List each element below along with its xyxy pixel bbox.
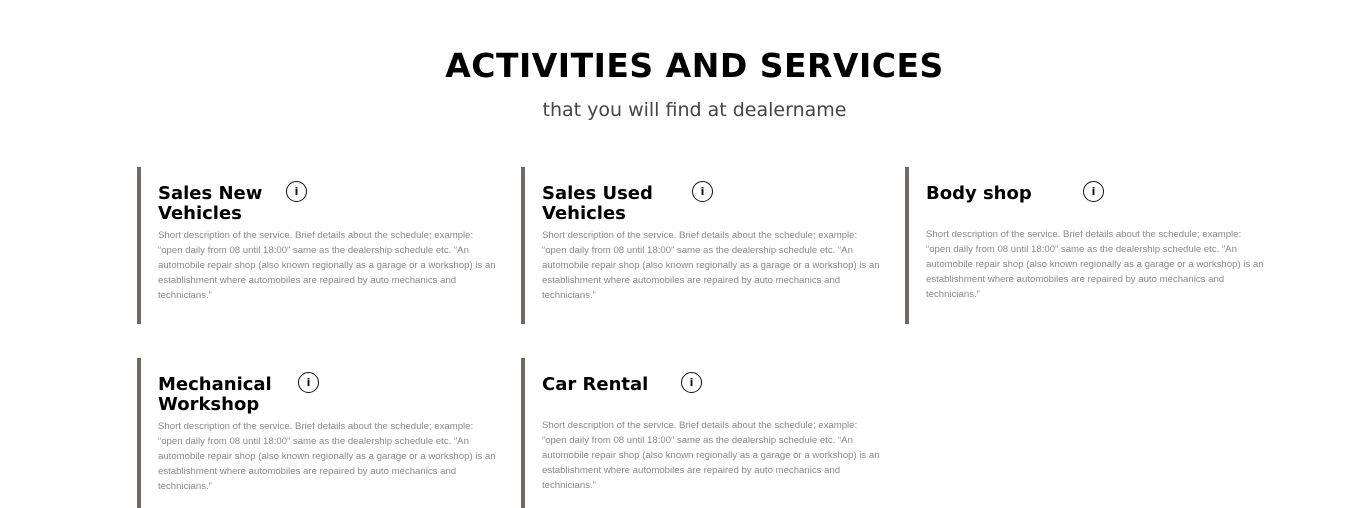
service-title: Body shop	[926, 183, 1032, 204]
service-title: Mechanical Workshop	[158, 374, 272, 415]
service-description: Short description of the service. Brief …	[542, 230, 880, 301]
page-title: ACTIVITIES AND SERVICES	[445, 46, 944, 85]
service-title: Car Rental	[542, 374, 649, 395]
info-icon[interactable]: i	[681, 372, 702, 393]
service-title: Sales New Vehicles	[158, 183, 263, 224]
service-card-mechanical-workshop: Mechanical Workshop i Short description …	[137, 358, 499, 508]
service-description: Short description of the service. Brief …	[158, 230, 496, 301]
service-description: Short description of the service. Brief …	[542, 420, 880, 491]
info-icon[interactable]: i	[692, 181, 713, 202]
service-card-sales-used-vehicles: Sales Used Vehicles i Short description …	[521, 167, 883, 324]
service-description: Short description of the service. Brief …	[926, 229, 1264, 300]
service-card-header: Sales New Vehicles i	[158, 181, 498, 224]
info-icon[interactable]: i	[298, 372, 319, 393]
service-card-car-rental: Car Rental i Short description of the se…	[521, 358, 883, 508]
info-icon[interactable]: i	[1083, 181, 1104, 202]
service-card-header: Mechanical Workshop i	[158, 372, 498, 415]
service-card-header: Car Rental i	[542, 372, 882, 395]
service-card-header: Body shop i	[926, 181, 1266, 204]
service-description: Short description of the service. Brief …	[158, 421, 496, 492]
service-card-body-shop: Body shop i Short description of the ser…	[905, 167, 1267, 324]
service-card-header: Sales Used Vehicles i	[542, 181, 882, 224]
service-card-sales-new-vehicles: Sales New Vehicles i Short description o…	[137, 167, 499, 324]
info-icon[interactable]: i	[286, 181, 307, 202]
service-title: Sales Used Vehicles	[542, 183, 653, 224]
page-subtitle: that you will find at dealername	[542, 99, 847, 121]
